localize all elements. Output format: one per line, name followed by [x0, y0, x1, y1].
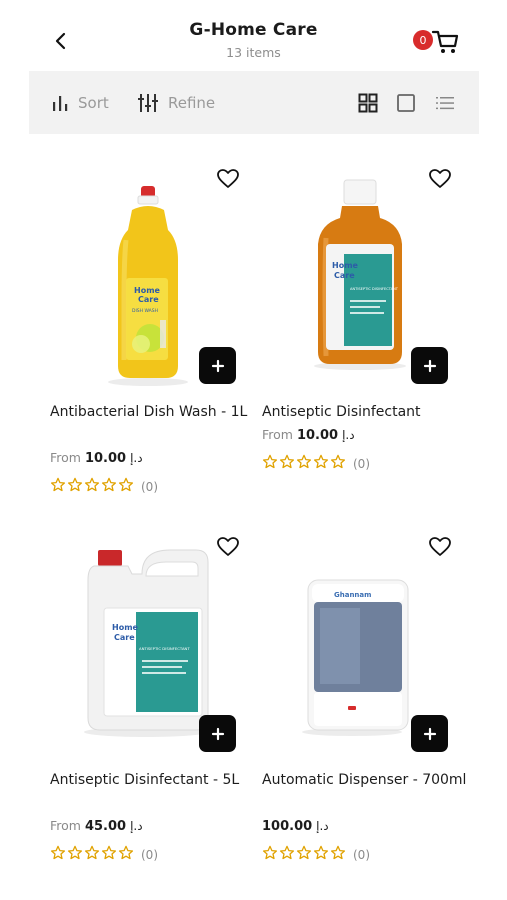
- list-view-button[interactable]: [434, 92, 456, 114]
- add-to-cart-button[interactable]: [199, 347, 236, 384]
- add-to-cart-button[interactable]: [411, 347, 448, 384]
- price-amount: 10.00: [84, 451, 127, 466]
- star-icon: [296, 454, 312, 469]
- star-icon: [262, 454, 278, 469]
- add-to-cart-button[interactable]: [411, 715, 448, 752]
- price-amount: 100.00: [262, 819, 313, 834]
- refine-label: Refine: [168, 93, 216, 112]
- star-icon: [50, 477, 66, 492]
- product-price: From 10.00 د.إ: [50, 450, 143, 466]
- star-icon: [330, 845, 346, 860]
- star-icon: [118, 845, 134, 860]
- image-product-text: DISH WASH: [132, 308, 158, 314]
- star-icon: [330, 454, 346, 469]
- star-icon: [118, 477, 134, 492]
- star-icon: [84, 477, 100, 492]
- single-view-icon: [397, 94, 415, 112]
- rating-count: (0): [141, 480, 158, 494]
- star-icon: [313, 845, 329, 860]
- price-amount: 45.00: [84, 819, 127, 834]
- list-view-icon: [436, 97, 454, 110]
- star-rating: [50, 845, 135, 865]
- star-icon: [84, 845, 100, 860]
- star-icon: [313, 454, 329, 469]
- plus-icon: [211, 727, 224, 740]
- plus-icon: [423, 727, 436, 740]
- star-icon: [279, 845, 295, 860]
- price-prefix: From: [262, 427, 293, 442]
- rating-count: (0): [353, 457, 370, 471]
- product-name[interactable]: Antibacterial Dish Wash - 1L: [50, 401, 262, 424]
- star-icon: [67, 845, 83, 860]
- star-icon: [67, 477, 83, 492]
- product-price: From 10.00 د.إ: [262, 427, 355, 443]
- rating-count: (0): [141, 848, 158, 862]
- image-product-text: ANTISEPTIC DISINFECTANT: [139, 646, 190, 651]
- grid-view-button[interactable]: [357, 92, 379, 114]
- heart-icon[interactable]: [428, 536, 452, 558]
- price-amount: 10.00: [296, 428, 339, 443]
- product-name[interactable]: Automatic Dispenser - 700ml: [262, 769, 474, 792]
- price-currency: د.إ: [342, 428, 355, 442]
- rating-count: (0): [353, 848, 370, 862]
- heart-icon[interactable]: [216, 536, 240, 558]
- price-prefix: From: [50, 450, 81, 465]
- sort-icon: [53, 95, 68, 111]
- image-brand-text: Home: [112, 623, 139, 632]
- price-prefix: From: [50, 818, 81, 833]
- product-name[interactable]: Antiseptic Disinfectant: [262, 401, 474, 424]
- image-brand-text: Care: [334, 271, 355, 280]
- price-currency: د.إ: [130, 451, 143, 465]
- image-product-text: ANTISEPTIC DISINFECTANT: [350, 287, 399, 291]
- refine-button[interactable]: Refine: [137, 71, 215, 134]
- refine-icon: [138, 93, 158, 112]
- product-name[interactable]: Antiseptic Disinfectant - 5L: [50, 769, 262, 792]
- star-rating: [50, 477, 135, 497]
- cart-icon: [431, 30, 459, 53]
- image-brand-text: Care: [114, 633, 135, 642]
- cart-button[interactable]: [430, 27, 460, 55]
- product-rating: (0): [262, 454, 370, 474]
- price-currency: د.إ: [316, 819, 329, 833]
- add-to-cart-button[interactable]: [199, 715, 236, 752]
- star-icon: [101, 845, 117, 860]
- star-icon: [50, 845, 66, 860]
- heart-icon[interactable]: [216, 168, 240, 190]
- price-currency: د.إ: [130, 819, 143, 833]
- sort-button[interactable]: Sort: [51, 71, 109, 134]
- star-rating: [262, 454, 347, 474]
- image-brand-text: Care: [138, 295, 159, 304]
- cart-count-badge: 0: [413, 30, 433, 50]
- filter-toolbar: Sort Refine: [29, 71, 479, 134]
- heart-icon[interactable]: [428, 168, 452, 190]
- star-icon: [262, 845, 278, 860]
- star-icon: [279, 454, 295, 469]
- image-brand-text: Home: [332, 261, 359, 270]
- product-price: From 45.00 د.إ: [50, 818, 143, 834]
- star-icon: [101, 477, 117, 492]
- plus-icon: [423, 359, 436, 372]
- product-price: 100.00 د.إ: [262, 818, 329, 834]
- top-app-bar: G-Home Care 13 items 0: [0, 0, 507, 70]
- plus-icon: [211, 359, 224, 372]
- sort-label: Sort: [78, 93, 109, 112]
- star-icon: [296, 845, 312, 860]
- star-rating: [262, 845, 347, 865]
- grid-view-icon: [358, 93, 378, 113]
- single-view-button[interactable]: [395, 92, 417, 114]
- product-rating: (0): [262, 845, 370, 865]
- image-brand-text: Home: [134, 286, 161, 295]
- product-rating: (0): [50, 845, 158, 865]
- image-brand-text: Ghannam: [334, 591, 371, 599]
- product-rating: (0): [50, 477, 158, 497]
